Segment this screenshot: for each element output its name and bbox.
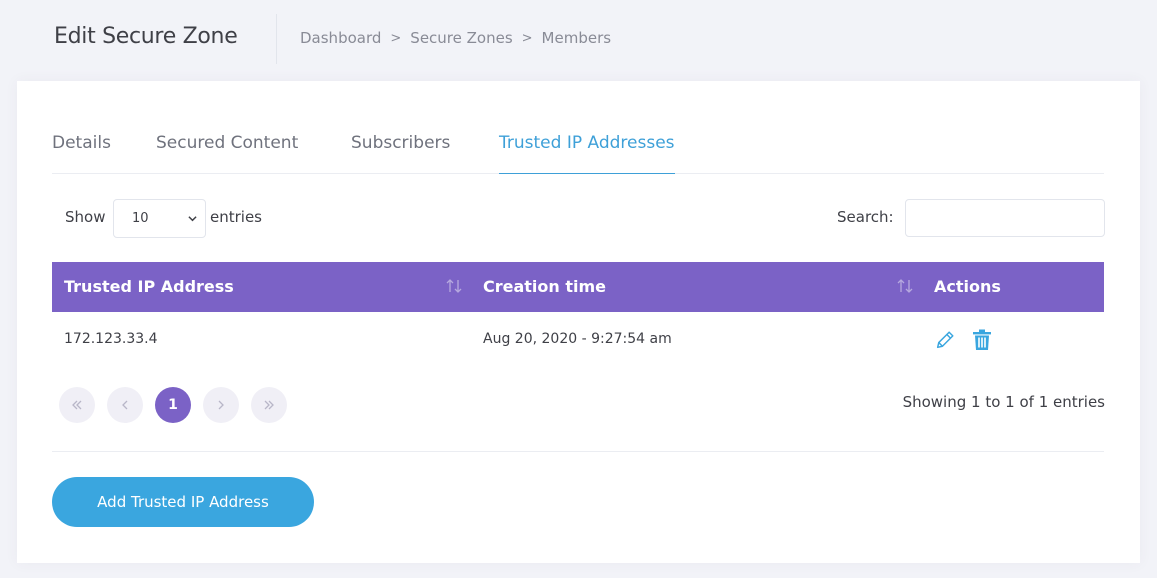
table-info: Showing 1 to 1 of 1 entries: [902, 393, 1105, 411]
add-trusted-ip-button[interactable]: Add Trusted IP Address: [52, 477, 314, 527]
breadcrumb-secure-zones[interactable]: Secure Zones: [410, 29, 512, 47]
tab-trusted-ip-addresses[interactable]: Trusted IP Addresses: [499, 133, 675, 174]
breadcrumb-dashboard[interactable]: Dashboard: [300, 29, 381, 47]
sort-icon[interactable]: [445, 277, 463, 295]
column-header-creation-time[interactable]: Creation time: [483, 277, 606, 296]
entries-per-page-select[interactable]: 10: [113, 199, 206, 238]
trash-icon[interactable]: [972, 329, 992, 351]
table-row: 172.123.33.4 Aug 20, 2020 - 9:27:54 am: [52, 312, 1104, 368]
show-label: Show: [65, 208, 106, 226]
column-header-trusted-ip[interactable]: Trusted IP Address: [64, 277, 234, 296]
previous-page-button[interactable]: [107, 387, 143, 423]
cell-creation-time: Aug 20, 2020 - 9:27:54 am: [483, 331, 672, 347]
edit-icon[interactable]: [934, 329, 956, 351]
entries-label: entries: [210, 208, 262, 226]
divider: [52, 451, 1104, 452]
cell-ip-address: 172.123.33.4: [64, 331, 158, 347]
table-header: Trusted IP Address Creation time Actions: [52, 262, 1104, 312]
breadcrumb-members[interactable]: Members: [542, 29, 612, 47]
entries-per-page-value: 10: [132, 211, 149, 226]
next-page-button[interactable]: [203, 387, 239, 423]
tab-bar: Details Secured Content Subscribers Trus…: [52, 81, 1104, 174]
chevron-right-icon: [218, 400, 224, 410]
content-card: Details Secured Content Subscribers Trus…: [17, 81, 1140, 563]
title-divider: [276, 14, 277, 64]
sort-icon[interactable]: [896, 277, 914, 295]
trusted-ip-table: Trusted IP Address Creation time Actions…: [52, 262, 1104, 368]
double-chevron-right-icon: [264, 400, 274, 410]
double-chevron-left-icon: [72, 400, 82, 410]
page-button[interactable]: 1: [155, 387, 191, 423]
subheader: Edit Secure Zone Dashboard > Secure Zone…: [0, 0, 1157, 80]
chevron-left-icon: [122, 400, 128, 410]
breadcrumb-separator: >: [390, 30, 402, 46]
last-page-button[interactable]: [251, 387, 287, 423]
search-label: Search:: [837, 208, 894, 226]
breadcrumb: Dashboard > Secure Zones > Members: [300, 29, 611, 47]
tab-secured-content[interactable]: Secured Content: [156, 133, 298, 174]
search-input[interactable]: [905, 199, 1105, 237]
column-header-actions: Actions: [934, 277, 1001, 296]
tab-subscribers[interactable]: Subscribers: [351, 133, 450, 174]
chevron-down-icon: [188, 216, 197, 222]
first-page-button[interactable]: [59, 387, 95, 423]
page-title: Edit Secure Zone: [54, 24, 238, 49]
tab-details[interactable]: Details: [52, 133, 111, 174]
breadcrumb-separator: >: [521, 30, 533, 46]
pagination: 1: [59, 387, 299, 423]
